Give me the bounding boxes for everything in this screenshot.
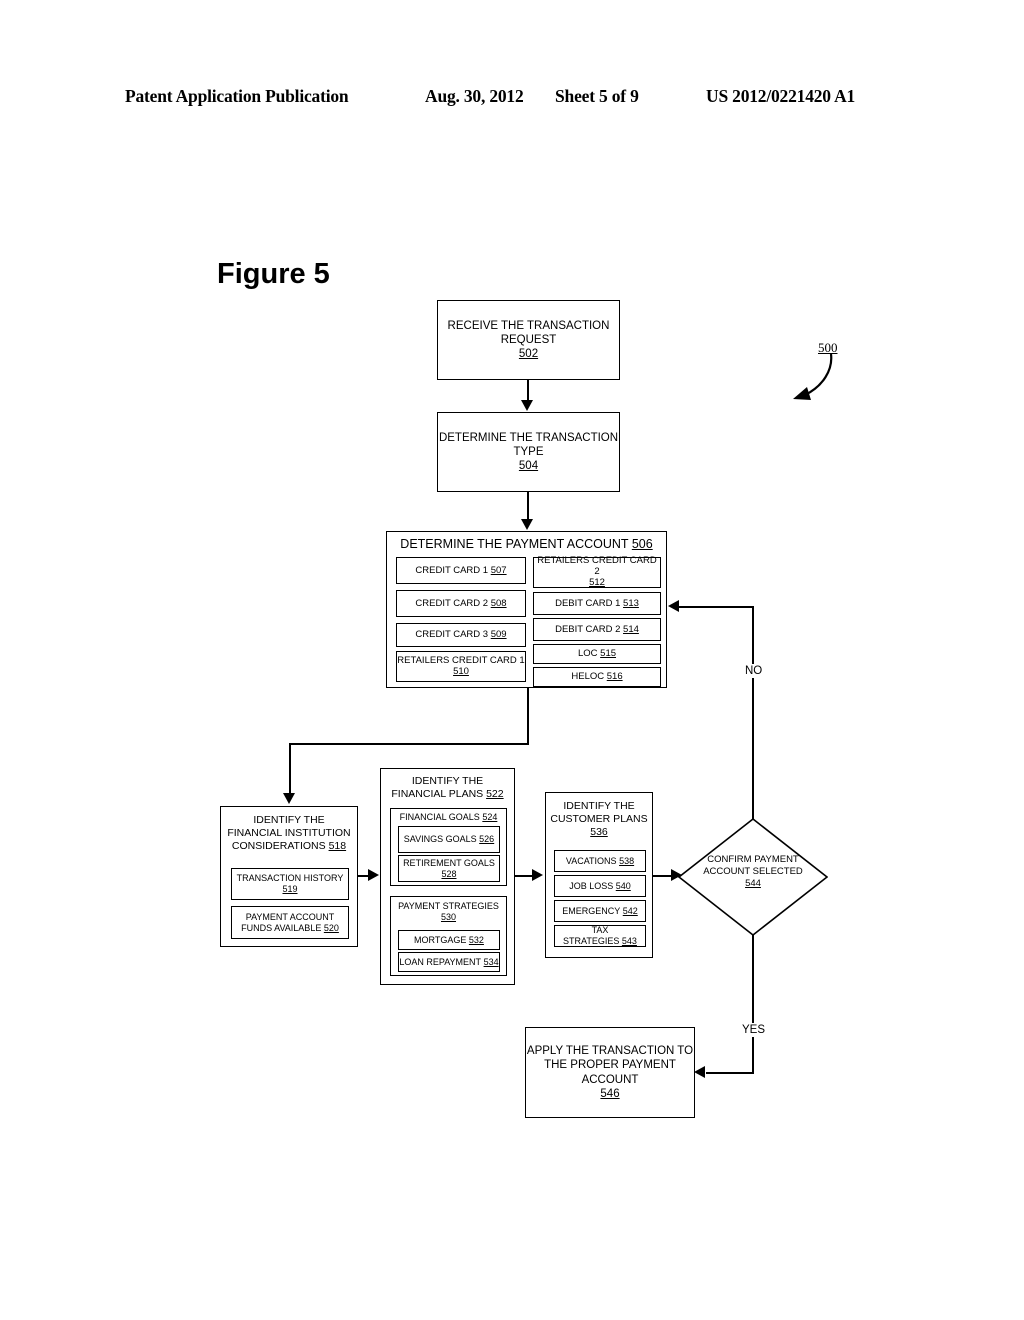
node-identify-financial-plans[interactable]: IDENTIFY THE FINANCIAL PLANS 522 FINANCI… [380,768,515,985]
node-536-title: IDENTIFY THE CUSTOMER PLANS 536 [550,800,648,839]
node-502-line2: REQUEST [500,333,557,346]
node-524-title: FINANCIAL GOALS 524 [399,812,498,822]
node-504-line2: TYPE [513,445,544,458]
node-payment-account-funds-available[interactable]: PAYMENT ACCOUNT FUNDS AVAILABLE 520 [231,906,349,939]
connector-506-518-seg1 [527,688,529,745]
node-savings-goals[interactable]: SAVINGS GOALS 526 [398,826,500,853]
node-apply-transaction-to-proper-payment-account[interactable]: APPLY THE TRANSACTION TO THE PROPER PAYM… [525,1027,695,1118]
node-credit-card-2[interactable]: CREDIT CARD 2 508 [396,590,526,617]
node-546-ref: 546 [600,1087,620,1100]
node-544-line2: ACCOUNT SELECTED [703,865,803,877]
edge-label-no: NO [743,664,765,678]
node-546-line2: THE PROPER PAYMENT [544,1059,676,1072]
node-emergency[interactable]: EMERGENCY 542 [554,900,646,922]
node-544-line1: CONFIRM PAYMENT [707,854,799,865]
node-546-line1: APPLY THE TRANSACTION TO [526,1045,694,1058]
node-retirement-goals[interactable]: RETIREMENT GOALS 528 [398,855,500,882]
arrowhead-502-504 [521,400,533,411]
header-patent-number: US 2012/0221420 A1 [706,86,856,106]
connector-506-518-seg3 [289,743,291,795]
node-loan-repayment[interactable]: LOAN REPAYMENT 534 [398,952,500,972]
header-publication: Patent Application Publication [125,86,349,106]
node-debit-card-2[interactable]: DEBIT CARD 2 514 [533,618,661,641]
node-identify-financial-institution-considerations[interactable]: IDENTIFY THE FINANCIAL INSTITUTION CONSI… [220,806,358,947]
header-date: Aug. 30, 2012 [425,86,524,106]
connector-yes-seg1 [752,934,754,1074]
connector-506-518-seg2 [289,743,529,745]
node-payment-strategies-group[interactable]: PAYMENT STRATEGIES 530 MORTGAGE 532 LOAN… [390,896,507,976]
connector-no-seg1 [752,606,754,820]
edge-label-yes: YES [740,1023,768,1037]
connector-yes-seg2 [706,1072,754,1074]
node-identify-customer-plans[interactable]: IDENTIFY THE CUSTOMER PLANS 536 VACATION… [545,792,653,958]
node-determine-payment-account[interactable]: DETERMINE THE PAYMENT ACCOUNT 506 CREDIT… [386,531,667,688]
node-financial-goals-group[interactable]: FINANCIAL GOALS 524 SAVINGS GOALS 526 RE… [390,808,507,886]
connector-502-504 [527,380,529,402]
arrowhead-yes-to-546 [694,1066,705,1078]
node-502-line1: RECEIVE THE TRANSACTION [447,319,610,332]
node-522-title: IDENTIFY THE FINANCIAL PLANS 522 [391,775,504,801]
arrowhead-518-522 [368,869,379,881]
node-546-line3: ACCOUNT [581,1073,639,1086]
arrowhead-504-506 [521,519,533,530]
header-sheet: Sheet 5 of 9 [555,86,639,106]
node-544-ref: 544 [745,877,761,889]
arrowhead-506-518 [283,793,295,804]
arrowhead-522-536 [532,869,543,881]
node-loc[interactable]: LOC 515 [533,644,661,664]
node-retailers-credit-card-2[interactable]: RETAILERS CREDIT CARD 2 512 [533,555,661,588]
node-tax-strategies[interactable]: TAX STRATEGIES 543 [554,925,646,947]
node-transaction-history[interactable]: TRANSACTION HISTORY 519 [231,868,349,900]
node-receive-transaction-request[interactable]: RECEIVE THE TRANSACTION REQUEST 502 [437,300,620,380]
figure-title: Figure 5 [217,258,330,290]
node-confirm-payment-account-selected[interactable]: CONFIRM PAYMENT ACCOUNT SELECTED 544 [678,818,828,936]
connector-no-seg2 [679,606,754,608]
figure-reference-arrow [793,353,833,400]
connector-504-506 [527,492,529,522]
node-heloc[interactable]: HELOC 516 [533,667,661,687]
node-retailers-credit-card-1[interactable]: RETAILERS CREDIT CARD 1 510 [396,651,526,682]
node-530-title: PAYMENT STRATEGIES 530 [398,901,499,922]
node-mortgage[interactable]: MORTGAGE 532 [398,930,500,950]
node-determine-transaction-type[interactable]: DETERMINE THE TRANSACTION TYPE 504 [437,412,620,492]
node-518-title: IDENTIFY THE FINANCIAL INSTITUTION CONSI… [227,814,351,853]
node-vacations[interactable]: VACATIONS 538 [554,850,646,872]
node-credit-card-3[interactable]: CREDIT CARD 3 509 [396,623,526,647]
node-job-loss[interactable]: JOB LOSS 540 [554,875,646,897]
node-504-ref: 504 [518,460,539,472]
node-504-line1: DETERMINE THE TRANSACTION [438,431,619,444]
node-debit-card-1[interactable]: DEBIT CARD 1 513 [533,592,661,615]
node-506-title: DETERMINE THE PAYMENT ACCOUNT 506 [400,537,653,551]
node-credit-card-1[interactable]: CREDIT CARD 1 507 [396,557,526,584]
node-502-ref: 502 [518,348,539,360]
arrowhead-no-to-506 [668,600,679,612]
